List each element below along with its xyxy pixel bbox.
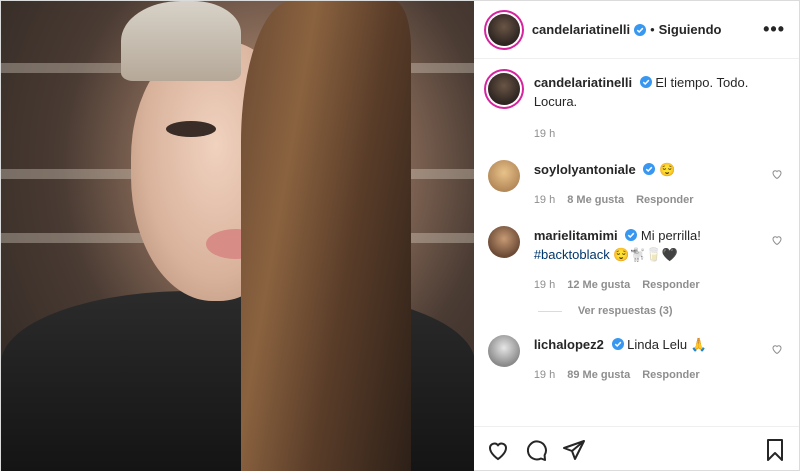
hair bbox=[121, 1, 241, 81]
comment-meta: 19 h 8 Me gusta Responder bbox=[534, 191, 755, 210]
post-sidebar: candelariatinelli • Siguiendo ••• candel… bbox=[473, 1, 799, 471]
comments-section: candelariatinelli El tiempo. Todo. Locur… bbox=[474, 59, 799, 426]
like-comment-heart-icon[interactable] bbox=[771, 168, 783, 180]
timestamp[interactable]: 19 h bbox=[534, 191, 555, 210]
header-username[interactable]: candelariatinelli bbox=[532, 22, 630, 37]
timestamp[interactable]: 19 h bbox=[534, 276, 555, 295]
following-button[interactable]: Siguiendo bbox=[659, 22, 722, 37]
avatar[interactable] bbox=[487, 335, 520, 367]
avatar[interactable] bbox=[487, 160, 520, 192]
like-comment-heart-icon[interactable] bbox=[771, 343, 783, 355]
caption-meta: 19 h bbox=[534, 125, 755, 144]
view-replies-button[interactable]: Ver respuestas (3) bbox=[537, 305, 785, 317]
comment-text: Linda Lelu 🙏 bbox=[627, 337, 707, 352]
avatar[interactable] bbox=[487, 226, 520, 258]
hashtag-link[interactable]: #backtoblack bbox=[534, 247, 610, 262]
verified-badge-icon bbox=[625, 229, 638, 241]
eye bbox=[166, 121, 216, 137]
comment-body: lichalopez2 Linda Lelu 🙏 19 h 89 Me gust… bbox=[534, 335, 785, 385]
comment: lichalopez2 Linda Lelu 🙏 19 h 89 Me gust… bbox=[487, 335, 785, 385]
post-actions bbox=[473, 426, 799, 471]
post-header: candelariatinelli • Siguiendo ••• bbox=[473, 1, 799, 59]
caption: candelariatinelli El tiempo. Todo. Locur… bbox=[487, 73, 785, 144]
timestamp[interactable]: 19 h bbox=[534, 125, 555, 144]
avatar[interactable] bbox=[487, 73, 520, 105]
bookmark-icon[interactable] bbox=[763, 438, 787, 462]
comment-meta: 19 h 12 Me gusta Responder bbox=[534, 276, 755, 295]
reply-button[interactable]: Responder bbox=[636, 191, 693, 210]
caption-body: candelariatinelli El tiempo. Todo. Locur… bbox=[534, 73, 785, 144]
view-replies-label: Ver respuestas (3) bbox=[577, 305, 673, 317]
comment-text: Mi perrilla! bbox=[640, 228, 701, 243]
comment-body: marielitamimi Mi perrilla! #backtoblack … bbox=[534, 226, 785, 295]
likes-count[interactable]: 89 Me gusta bbox=[567, 366, 630, 385]
comment-username[interactable]: soylolyantoniale bbox=[534, 162, 636, 177]
comment: marielitamimi Mi perrilla! #backtoblack … bbox=[487, 226, 785, 295]
comment-username[interactable]: marielitamimi bbox=[534, 228, 618, 243]
share-icon[interactable] bbox=[562, 438, 586, 462]
likes-count[interactable]: 8 Me gusta bbox=[567, 191, 624, 210]
comment-emojis: 😌🐩🥛🖤 bbox=[613, 247, 679, 262]
comment-username[interactable]: lichalopez2 bbox=[534, 337, 604, 352]
more-options-icon[interactable]: ••• bbox=[763, 19, 785, 40]
reply-button[interactable]: Responder bbox=[642, 276, 699, 295]
heart-icon[interactable] bbox=[486, 438, 510, 462]
comment-text: 😌 bbox=[658, 162, 676, 177]
comment-meta: 19 h 89 Me gusta Responder bbox=[534, 366, 755, 385]
likes-count[interactable]: 12 Me gusta bbox=[567, 276, 630, 295]
verified-badge-icon bbox=[643, 163, 656, 175]
hair bbox=[241, 1, 411, 471]
reply-button[interactable]: Responder bbox=[642, 366, 699, 385]
replies-divider bbox=[537, 310, 562, 312]
timestamp[interactable]: 19 h bbox=[534, 366, 555, 385]
like-comment-heart-icon[interactable] bbox=[771, 234, 783, 246]
separator-dot: • bbox=[650, 22, 655, 37]
comment-body: soylolyantoniale 😌 19 h 8 Me gusta Respo… bbox=[534, 160, 785, 210]
avatar[interactable] bbox=[487, 13, 520, 46]
instagram-post: candelariatinelli • Siguiendo ••• candel… bbox=[0, 0, 800, 471]
verified-badge-icon bbox=[634, 23, 647, 36]
verified-badge-icon bbox=[611, 338, 624, 350]
verified-badge-icon bbox=[639, 76, 652, 88]
caption-username[interactable]: candelariatinelli bbox=[534, 75, 632, 90]
post-photo[interactable] bbox=[1, 1, 474, 471]
comment: soylolyantoniale 😌 19 h 8 Me gusta Respo… bbox=[487, 160, 785, 210]
comment-icon[interactable] bbox=[524, 438, 548, 462]
